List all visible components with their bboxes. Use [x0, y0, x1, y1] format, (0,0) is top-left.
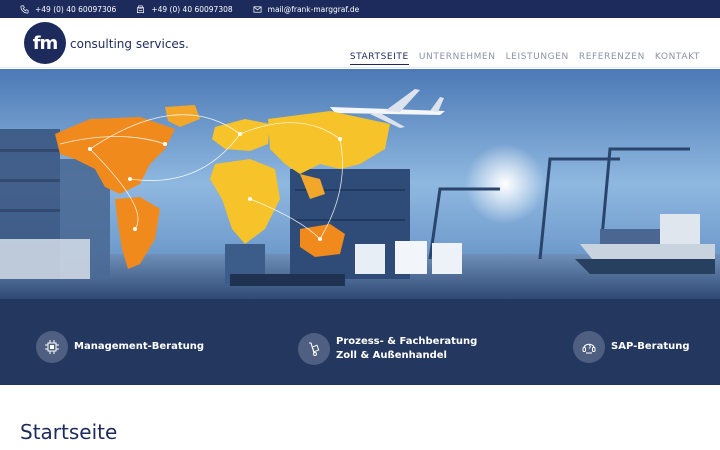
- service-label-line1: Prozess- & Fachberatung: [336, 336, 478, 347]
- phone-contact[interactable]: +49 (0) 40 60097306: [20, 5, 116, 14]
- service-sap-beratung[interactable]: SAP-Beratung: [573, 331, 690, 363]
- top-contact-bar: +49 (0) 40 60097306 +49 (0) 40 60097308 …: [0, 0, 720, 18]
- service-label: Prozess- & Fachberatung Zoll & Außenhand…: [336, 335, 477, 363]
- main-content: Startseite: [0, 385, 720, 450]
- phone-icon: [20, 5, 29, 13]
- service-label-line2: Zoll & Außenhandel: [336, 350, 447, 361]
- service-label: Management-Beratung: [74, 340, 204, 354]
- page-title: Startseite: [20, 420, 118, 444]
- service-management-beratung[interactable]: Management-Beratung: [36, 331, 204, 363]
- site-header: fm consulting services. STARTSEITE UNTER…: [0, 18, 720, 68]
- fax-contact[interactable]: +49 (0) 40 60097308: [136, 4, 233, 14]
- mail-icon: [253, 5, 262, 13]
- nav-referenzen[interactable]: REFERENZEN: [579, 52, 645, 65]
- email-address: mail@frank-marggraf.de: [267, 4, 360, 14]
- fax-icon: [137, 5, 145, 13]
- logo-mark: fm: [24, 22, 66, 64]
- hand-truck-icon: [309, 342, 320, 356]
- logo-text: consulting services.: [70, 37, 189, 51]
- nav-leistungen[interactable]: LEISTUNGEN: [506, 52, 569, 65]
- services-band: Management-Beratung Prozess- & Fachberat…: [0, 299, 720, 385]
- service-label-line1: Management-Beratung: [74, 341, 205, 352]
- hero-image: [0, 69, 720, 299]
- service-icon-wrap: [573, 331, 605, 363]
- service-label: SAP-Beratung: [611, 340, 690, 354]
- service-prozess-fachberatung[interactable]: Prozess- & Fachberatung Zoll & Außenhand…: [298, 333, 477, 365]
- fax-number: +49 (0) 40 60097308: [151, 4, 233, 14]
- nav-unternehmen[interactable]: UNTERNEHMEN: [419, 52, 496, 65]
- main-nav: STARTSEITE UNTERNEHMEN LEISTUNGEN REFERE…: [340, 52, 700, 65]
- service-icon-wrap: [36, 331, 68, 363]
- nav-kontakt[interactable]: KONTAKT: [655, 52, 700, 65]
- email-contact[interactable]: mail@frank-marggraf.de: [253, 4, 360, 14]
- nav-startseite[interactable]: STARTSEITE: [349, 52, 409, 65]
- logo[interactable]: fm consulting services.: [24, 22, 189, 64]
- phone-number: +49 (0) 40 60097306: [35, 4, 117, 14]
- chip-icon: [45, 340, 59, 354]
- hero-illustration: [0, 69, 720, 299]
- service-icon-wrap: [298, 333, 330, 365]
- headset-icon: [582, 343, 596, 354]
- service-label-line1: SAP-Beratung: [611, 341, 690, 352]
